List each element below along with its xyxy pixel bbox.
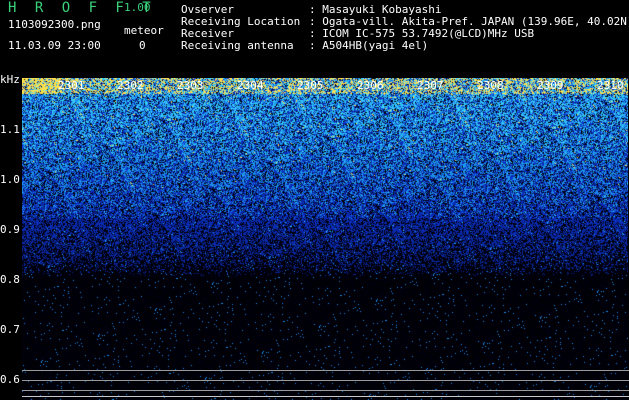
y-tick-label: 0.6 [0,373,20,386]
x-tick-label: 2302 [117,79,144,92]
antenna-label: Receiving antenna [181,39,294,52]
meteor-count: 0 [139,39,146,52]
x-tick-label: 2303 [177,79,204,92]
reference-line [22,380,629,381]
hroft-display: H R O F F T 1.00 1103092300.png meteor 1… [0,0,629,400]
meteor-label: meteor [124,24,164,37]
image-filename: 1103092300.png [8,18,101,31]
x-tick-label: 2306 [357,79,384,92]
y-tick-label: 1.1 [0,123,20,136]
y-tick-label: 0.8 [0,273,20,286]
capture-datetime: 11.03.09 23:00 [8,39,101,52]
x-tick-label: 2304 [237,79,264,92]
x-tick-label: 2309 [537,79,564,92]
x-tick-label: 2305 [297,79,324,92]
x-tick-label: 2308 [477,79,504,92]
y-axis-unit: kHz [0,73,20,86]
spectrogram-canvas [22,78,628,400]
app-version: 1.00 [124,1,151,14]
x-tick-label: 2310 [597,79,624,92]
reference-line [22,370,629,371]
reference-line [22,390,629,391]
x-tick-label: 2307 [417,79,444,92]
reference-line [22,396,629,397]
y-tick-label: 0.9 [0,223,20,236]
x-tick-label: 2301 [58,79,85,92]
y-tick-label: 0.7 [0,323,20,336]
y-tick-label: 1.0 [0,173,20,186]
antenna-value: : A504HB(yagi 4el) [309,39,429,52]
spectrogram [22,78,628,400]
